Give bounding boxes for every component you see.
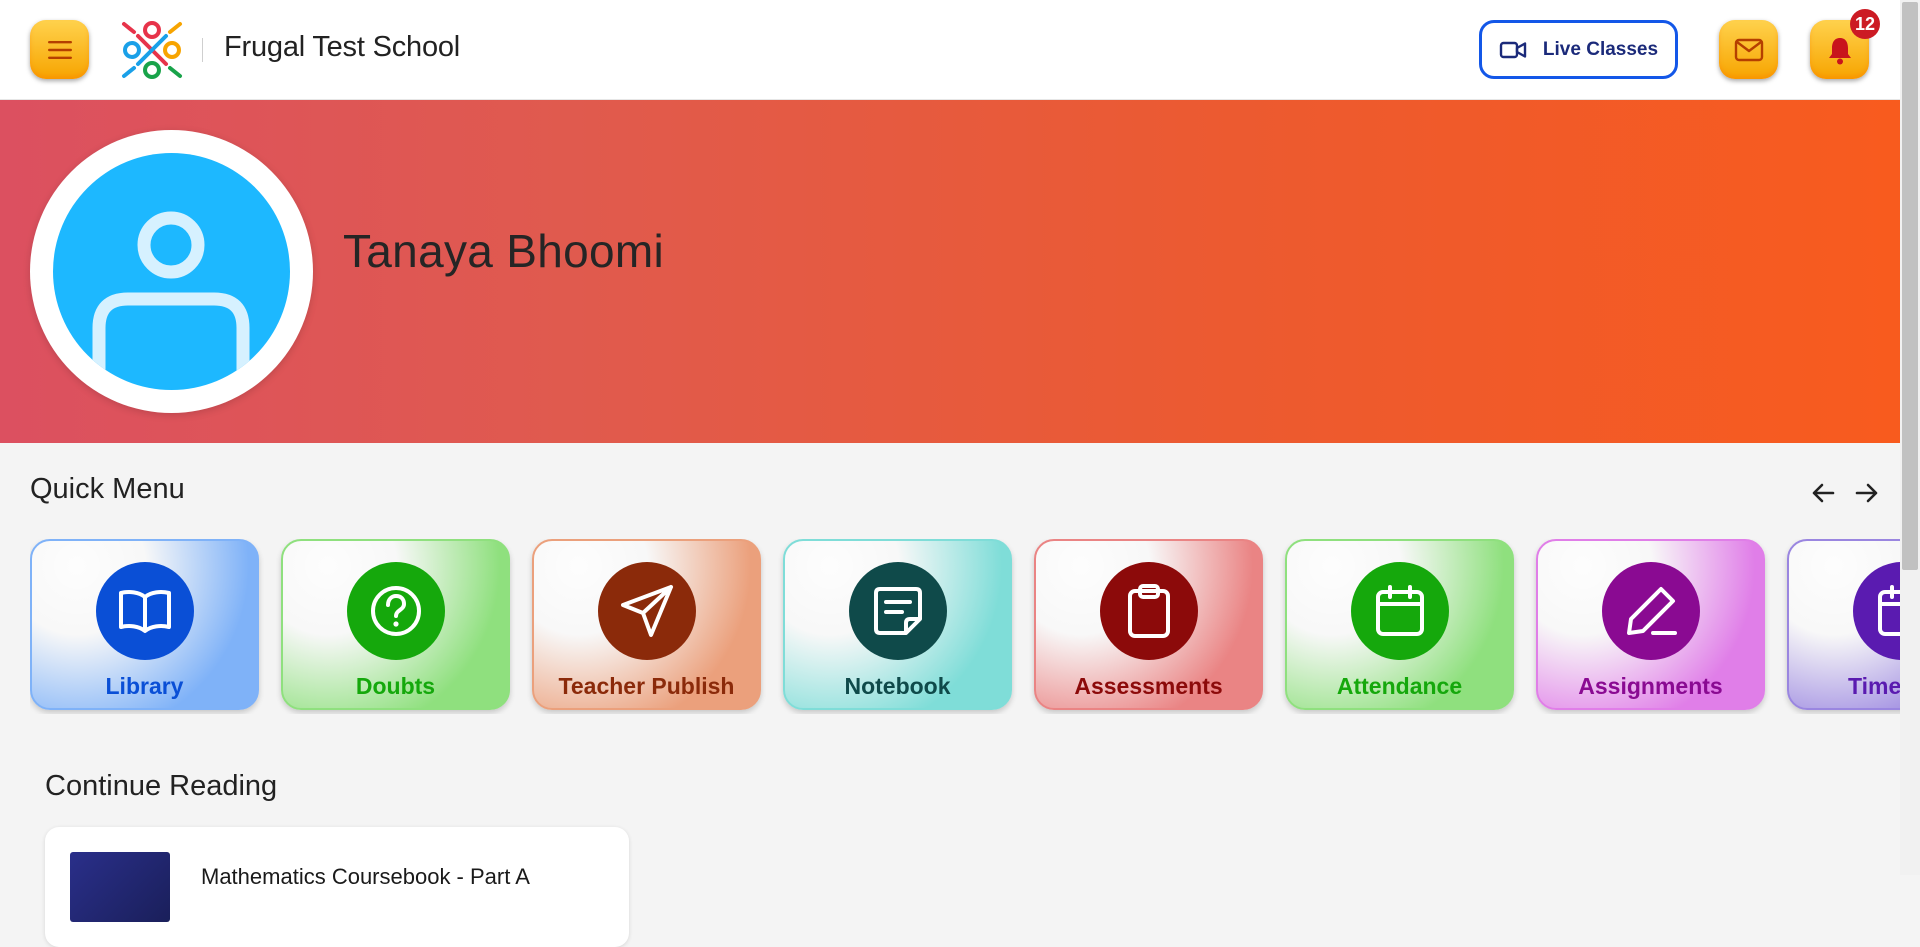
scroll-right-button[interactable] — [1852, 478, 1882, 508]
quick-menu-carousel: Library Doubts Teacher Publish Notebook … — [30, 539, 1900, 714]
user-avatar-icon — [92, 211, 250, 390]
school-logo-icon — [122, 21, 182, 79]
hamburger-icon — [47, 40, 72, 59]
arrow-left-icon — [1812, 483, 1835, 503]
quick-menu-assessments[interactable]: Assessments — [1034, 539, 1263, 710]
top-header: Frugal Test School Live Classes 12 — [0, 0, 1900, 100]
book-open-icon — [118, 590, 171, 633]
school-name: Frugal Test School — [224, 31, 461, 63]
tile-label: Teacher Publish — [558, 673, 735, 699]
tile-icon-circle — [95, 562, 194, 660]
book-cover — [70, 852, 170, 922]
tile-icon-circle — [346, 562, 445, 660]
live-classes-label: Live Classes — [1542, 38, 1659, 60]
calendar-icon — [1877, 585, 1900, 636]
tile-label: Assessments — [1074, 673, 1223, 699]
notification-count-badge: 12 — [1850, 9, 1880, 39]
continue-reading-title: Continue Reading — [45, 770, 278, 802]
calendar-icon — [1375, 585, 1424, 636]
mail-icon — [1734, 38, 1763, 61]
book-title: Mathematics Coursebook - Part A — [201, 864, 530, 889]
book-card[interactable]: Mathematics Coursebook - Part A — [45, 827, 629, 947]
pen-icon — [1626, 587, 1677, 635]
quick-menu-title: Quick Menu — [30, 473, 185, 505]
quick-menu-doubts[interactable]: Doubts — [281, 539, 510, 710]
hamburger-menu-button[interactable] — [30, 20, 89, 79]
tile-icon-circle — [848, 562, 947, 660]
quick-menu-teacher-publish[interactable]: Teacher Publish — [532, 539, 761, 710]
header-divider — [202, 38, 203, 62]
scrollbar-thumb[interactable] — [1902, 2, 1918, 570]
tile-icon-circle — [1601, 562, 1700, 660]
quick-menu-attendance[interactable]: Attendance — [1285, 539, 1514, 710]
tile-label: Attendance — [1336, 673, 1463, 699]
tile-icon-circle — [1852, 562, 1900, 660]
quick-menu-timetable[interactable]: Timetable — [1787, 539, 1900, 710]
tile-label: Doubts — [355, 673, 436, 699]
quick-menu-library[interactable]: Library — [30, 539, 259, 710]
question-circle-icon — [370, 586, 421, 636]
tile-label: Library — [105, 673, 184, 699]
scroll-left-button[interactable] — [1808, 478, 1838, 508]
tile-label: Timetable — [1848, 673, 1900, 699]
tile-icon-circle — [597, 562, 696, 660]
tile-icon-circle — [1099, 562, 1198, 660]
user-name: Tanaya Bhoomi — [343, 225, 664, 277]
tile-label: Notebook — [844, 673, 951, 699]
sticky-note-icon — [873, 587, 922, 635]
arrow-right-icon — [1855, 483, 1878, 503]
avatar[interactable] — [53, 153, 290, 390]
tile-icon-circle — [1350, 562, 1449, 660]
tile-label: Assignments — [1578, 673, 1723, 699]
clipboard-icon — [1127, 584, 1170, 638]
send-icon — [620, 585, 673, 637]
bell-icon — [1828, 37, 1851, 64]
live-classes-button[interactable]: Live Classes — [1479, 20, 1678, 79]
quick-menu-notebook[interactable]: Notebook — [783, 539, 1012, 710]
video-camera-icon — [1499, 41, 1527, 58]
mail-button[interactable] — [1719, 20, 1778, 79]
quick-menu-assignments[interactable]: Assignments — [1536, 539, 1765, 710]
